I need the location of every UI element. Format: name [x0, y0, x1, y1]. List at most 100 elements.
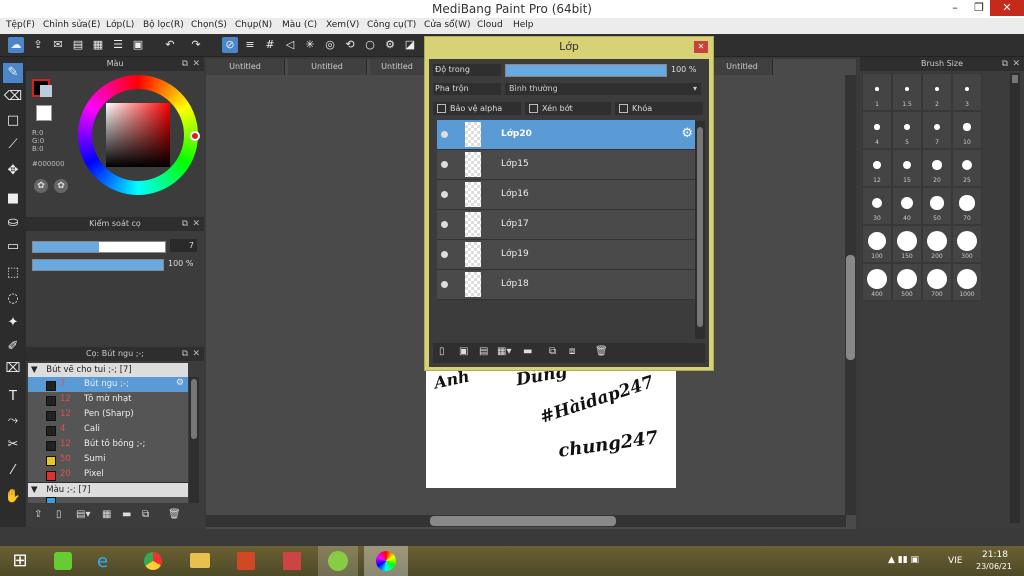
brush-size-cell[interactable]: 25	[952, 149, 982, 187]
blend-mode-select[interactable]: Bình thường ▾	[505, 83, 701, 95]
new-halftone-layer-icon[interactable]: ▣	[459, 346, 468, 357]
trash-icon[interactable]: 🗑	[168, 509, 181, 520]
language-indicator[interactable]: VIE	[948, 556, 963, 566]
brush-item[interactable]: 4 Cali	[28, 422, 188, 438]
powerpoint-icon[interactable]	[226, 546, 266, 576]
scroll-thumb[interactable]	[1012, 75, 1018, 83]
brush-size-cell[interactable]: 100	[862, 225, 892, 263]
doc-tab[interactable]: Untitled	[206, 59, 285, 75]
panel-close-icon[interactable]: ✕	[192, 347, 200, 361]
snap-ellipse-icon[interactable]: ○	[362, 37, 378, 53]
brush-size-cell[interactable]: 1	[862, 73, 892, 111]
saturation-square[interactable]	[106, 103, 170, 167]
brush-item[interactable]: 7 Bút ngu ;-; ⚙	[28, 377, 188, 393]
antialias-icon[interactable]: ◪	[402, 37, 418, 53]
float-icon[interactable]: ⧉	[182, 347, 188, 361]
file-explorer-icon[interactable]	[180, 546, 220, 576]
brush-size-cell[interactable]: 4	[862, 111, 892, 149]
brush-size-cell[interactable]: 700	[922, 263, 952, 301]
menu-help[interactable]: Help	[513, 20, 534, 30]
snap-grid-icon[interactable]: #	[262, 37, 278, 53]
snap-perspective-icon[interactable]: ◁	[282, 37, 298, 53]
brush-size-cell[interactable]: 12	[862, 149, 892, 187]
cloud-icon[interactable]: ☁	[8, 37, 24, 53]
share-icon[interactable]: ⇪	[30, 37, 46, 53]
canvas-v-scrollbar[interactable]	[845, 75, 856, 515]
brush-size-cell[interactable]: 500	[892, 263, 922, 301]
clock-time[interactable]: 21:18	[982, 550, 1008, 560]
hue-marker[interactable]	[190, 131, 200, 141]
duplicate-layer-icon[interactable]: ⧉	[549, 346, 556, 357]
brush-size-cell[interactable]: 50	[922, 187, 952, 225]
start-icon[interactable]: ⊞	[0, 546, 40, 576]
layer-opacity-slider[interactable]	[505, 64, 667, 77]
redo-icon[interactable]: ↷	[188, 37, 204, 53]
restore-button[interactable]: ❐	[966, 0, 992, 16]
visibility-eye-icon[interactable]	[441, 281, 448, 288]
layer-row[interactable]: Lớp18	[437, 270, 695, 300]
brush-item[interactable]: 12 Bút tô bóng ;-;	[28, 437, 188, 453]
brush-item[interactable]: 12 Pen (Sharp)	[28, 407, 188, 423]
list-icon[interactable]: ☰	[110, 37, 126, 53]
browser-chrome-icon[interactable]	[132, 546, 172, 576]
eraser-tool-icon[interactable]: ⌫	[3, 87, 23, 107]
brush-size-cell[interactable]: 5	[892, 111, 922, 149]
divide-tool-icon[interactable]: ✂	[3, 435, 23, 455]
collapse-icon[interactable]: ▼	[31, 485, 38, 495]
layer-row[interactable]: Lớp17	[437, 210, 695, 240]
visibility-eye-icon[interactable]	[441, 191, 448, 198]
snap-off-icon[interactable]: ⊘	[222, 37, 238, 53]
menu-cloud[interactable]: Cloud	[477, 20, 503, 30]
clock-date[interactable]: 23/06/21	[976, 562, 1012, 571]
brush-size-cell[interactable]: 7	[922, 111, 952, 149]
visibility-eye-icon[interactable]	[441, 251, 448, 258]
layer-row[interactable]: Lớp16	[437, 180, 695, 210]
float-icon[interactable]: ⧉	[182, 217, 188, 231]
brush-size-cell[interactable]: 10	[952, 111, 982, 149]
text-tool-icon[interactable]: T	[3, 387, 23, 407]
select-pen-icon[interactable]: ✐	[3, 337, 23, 357]
layer-list-scrollbar[interactable]	[695, 121, 705, 339]
brush-tool-icon[interactable]: ✎	[3, 63, 23, 83]
brush-group-header[interactable]: ▼ Màu ;-; [7]	[28, 483, 188, 497]
brush-size-cell[interactable]: 40	[892, 187, 922, 225]
panel-close-icon[interactable]: ✕	[192, 57, 200, 71]
h-scroll-thumb[interactable]	[430, 516, 616, 526]
snap-curve-icon[interactable]: ⟲	[342, 37, 358, 53]
add-layer-menu-icon[interactable]: ▦▾	[497, 346, 511, 357]
brush-size-scrollbar[interactable]	[1010, 73, 1020, 523]
doc-tab[interactable]: Untitled	[288, 59, 367, 75]
menu-view[interactable]: Xem(V)	[326, 20, 359, 30]
collapse-icon[interactable]: ▼	[31, 365, 38, 375]
layer-row[interactable]: Lớp20 ⚙	[437, 120, 695, 150]
scroll-thumb[interactable]	[697, 127, 703, 327]
v-scroll-thumb[interactable]	[846, 255, 855, 360]
brush-edit-icon[interactable]: ▦	[102, 509, 111, 520]
brush-size-cell[interactable]: 200	[922, 225, 952, 263]
menu-color[interactable]: Màu (C)	[282, 20, 317, 30]
clipping-checkbox[interactable]: Xén bớt	[525, 102, 611, 115]
snap-circle-icon[interactable]: ◎	[322, 37, 338, 53]
brush-group-header[interactable]: ▼ Bút vẽ cho tui ;-; [7]	[28, 363, 188, 377]
brush-size-cell[interactable]: 15	[892, 149, 922, 187]
brush-item[interactable]: 50 Sumi	[28, 452, 188, 468]
visibility-eye-icon[interactable]	[441, 221, 448, 228]
comment-icon[interactable]: ✉	[50, 37, 66, 53]
menu-tools[interactable]: Công cụ(T)	[367, 20, 416, 30]
brush-add-icon[interactable]: ⇪	[34, 509, 42, 520]
panel-close-icon[interactable]: ✕	[1012, 57, 1020, 71]
select-rect-icon[interactable]: ⬚	[3, 263, 23, 283]
fill-rect-icon[interactable]: ■	[3, 189, 23, 209]
brush-size-cell[interactable]: 3	[952, 73, 982, 111]
app-icon-green[interactable]	[318, 546, 358, 576]
layer-row[interactable]: Lớp19	[437, 240, 695, 270]
brush-size-cell[interactable]: 400	[862, 263, 892, 301]
scroll-thumb[interactable]	[191, 379, 197, 439]
visibility-eye-icon[interactable]	[441, 161, 448, 168]
gradient-tool-icon[interactable]: ▭	[3, 237, 23, 257]
brush-size-cell[interactable]: 150	[892, 225, 922, 263]
brush-size-slider[interactable]	[32, 241, 166, 253]
layer-settings-gear-icon[interactable]: ⚙	[681, 126, 693, 141]
grid-icon[interactable]: ▣	[130, 37, 146, 53]
lasso-tool-icon[interactable]: ◌	[3, 289, 23, 309]
